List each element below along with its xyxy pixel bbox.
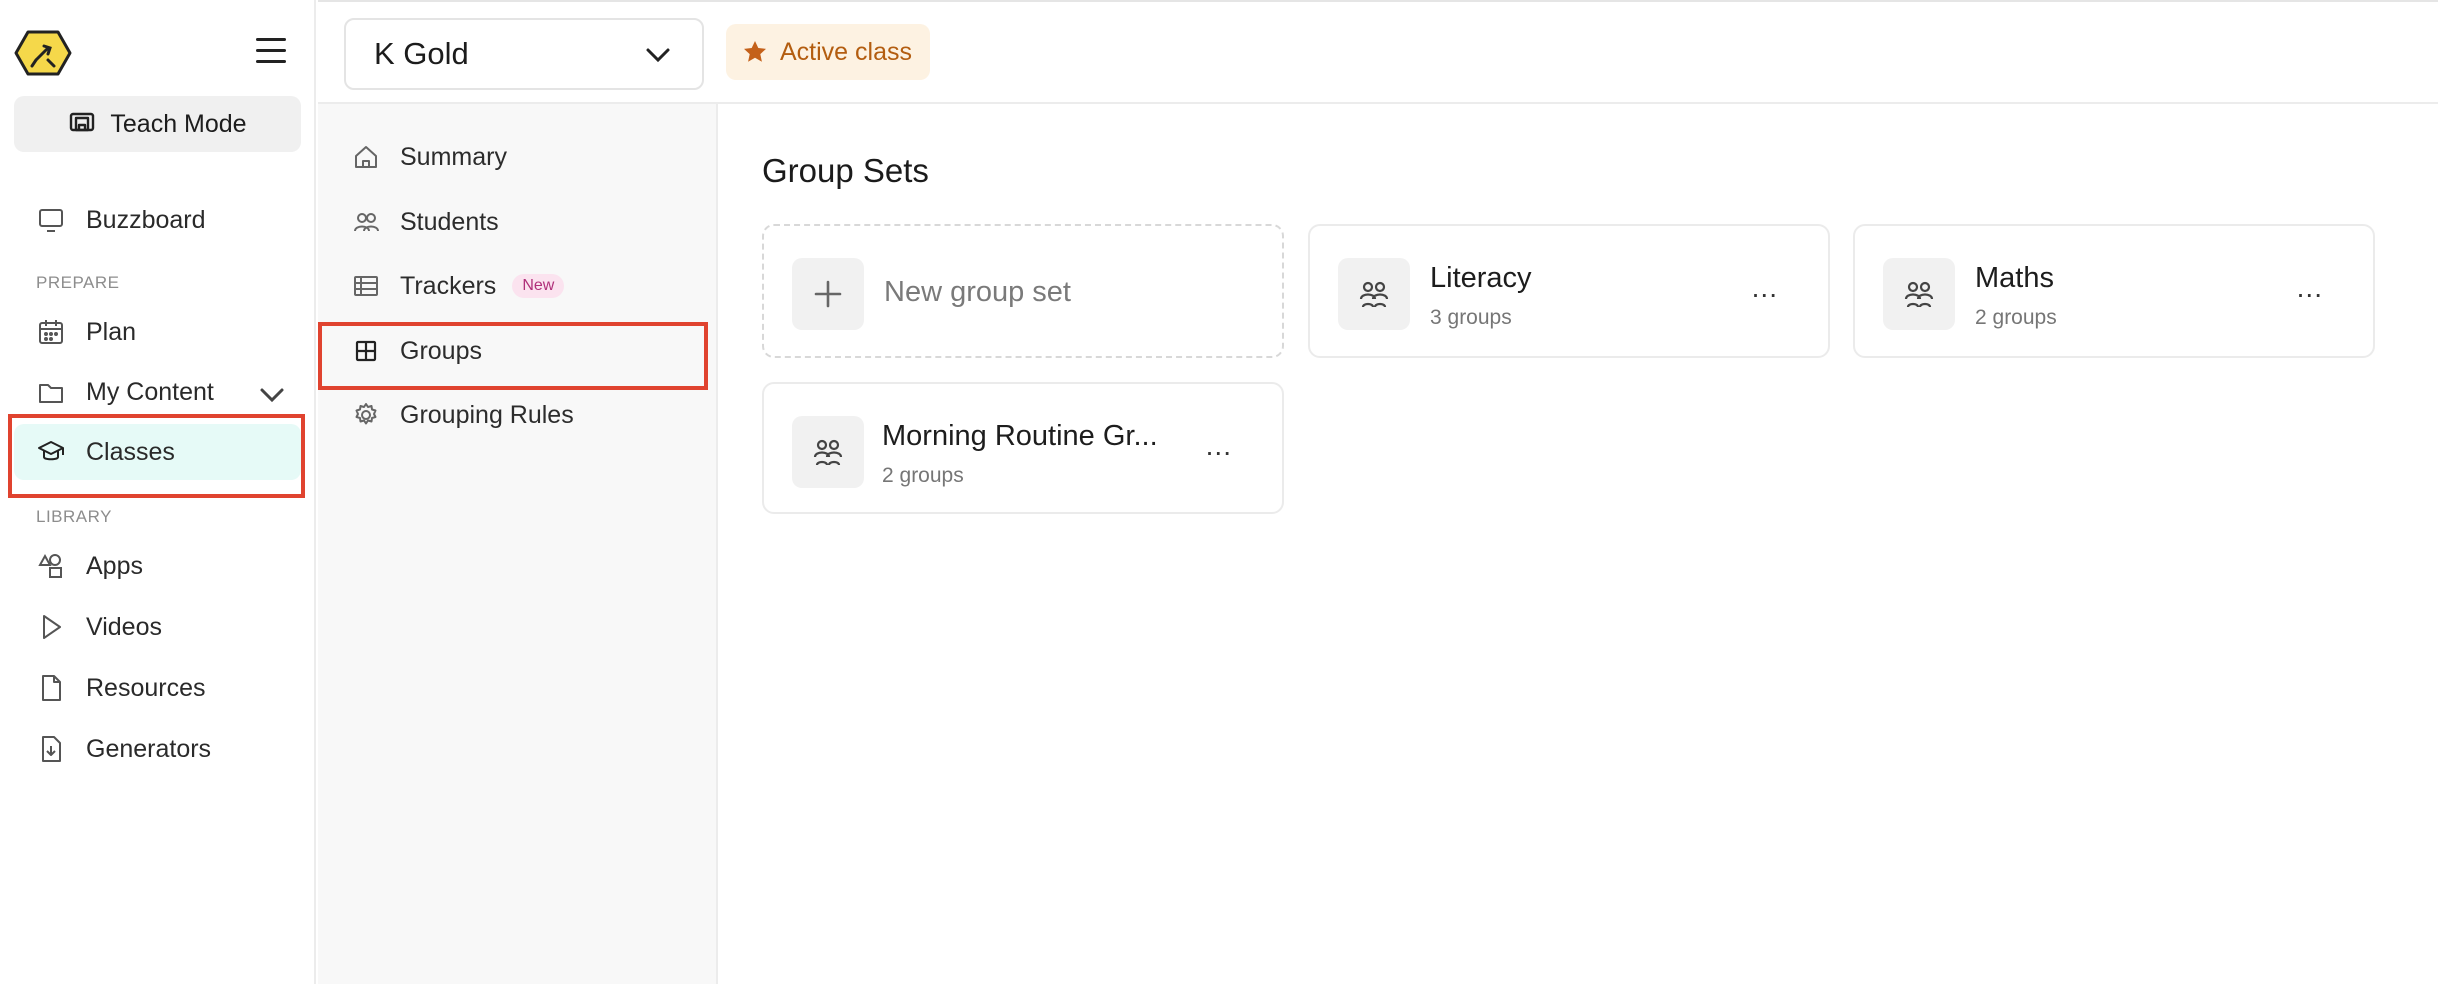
new-group-set-button[interactable]: New group set <box>762 224 1284 358</box>
play-icon <box>43 615 61 639</box>
class-selector-value: K Gold <box>374 36 469 71</box>
top-bar: K Gold Active class <box>318 0 2438 104</box>
sidebar-item-label: Apps <box>86 551 143 580</box>
calendar-icon <box>39 320 63 344</box>
home-icon <box>355 146 377 168</box>
folder-icon <box>39 384 63 403</box>
main-sidebar: Teach Mode Buzzboard PREPARE Plan My Con… <box>0 0 316 984</box>
subnav-item-label: Grouping Rules <box>400 400 574 429</box>
sidebar-item-generators[interactable]: Generators <box>14 721 301 777</box>
chevron-down-icon[interactable] <box>257 380 287 410</box>
group-icon-box <box>1883 258 1955 330</box>
new-group-set-icon-box <box>792 258 864 330</box>
chevron-down-icon <box>646 48 670 63</box>
sidebar-item-my-content[interactable]: My Content <box>14 364 301 420</box>
plus-icon <box>814 280 842 308</box>
active-class-label: Active class <box>780 37 912 66</box>
group-icon <box>1359 281 1389 308</box>
teach-mode-label: Teach Mode <box>110 109 247 138</box>
star-icon <box>744 41 766 62</box>
sidebar-item-label: Plan <box>86 317 137 346</box>
presentation-icon <box>70 112 95 132</box>
sidebar-item-plan[interactable]: Plan <box>14 304 301 360</box>
users-icon <box>354 213 379 232</box>
table-icon <box>354 276 378 296</box>
subnav-item-label: Students <box>400 207 499 236</box>
sidebar-item-label: My Content <box>86 377 214 406</box>
subnav-item-label: Summary <box>400 142 507 171</box>
sidebar-item-label: Generators <box>86 734 212 763</box>
group-set-title: Morning Routine Gr... <box>882 420 1158 452</box>
group-set-card[interactable]: Literacy 3 groups ... <box>1308 224 1830 358</box>
menu-icon[interactable] <box>256 38 286 64</box>
sidebar-item-label: Resources <box>86 673 206 702</box>
sidebar-item-apps[interactable]: Apps <box>14 538 301 594</box>
group-icon <box>1904 281 1934 308</box>
group-set-card[interactable]: Morning Routine Gr... 2 groups ... <box>762 382 1284 514</box>
group-icon-box <box>1338 258 1410 330</box>
groups-highlight-annotation <box>318 322 708 390</box>
group-set-card[interactable]: Maths 2 groups ... <box>1853 224 2375 358</box>
group-set-title: Maths <box>1975 262 2054 294</box>
sidebar-item-label: Buzzboard <box>86 205 206 234</box>
group-set-count: 3 groups <box>1430 306 1512 329</box>
document-icon <box>42 675 61 701</box>
subnav-item-summary[interactable]: Summary <box>318 127 708 187</box>
sidebar-section-prepare: PREPARE <box>36 273 120 292</box>
sidebar-item-videos[interactable]: Videos <box>14 599 301 655</box>
group-icon-box <box>792 416 864 488</box>
gear-icon <box>355 403 377 425</box>
app-logo-icon[interactable] <box>14 30 72 76</box>
subnav-item-students[interactable]: Students <box>318 192 708 252</box>
subnav-item-grouping-rules[interactable]: Grouping Rules <box>318 385 708 445</box>
new-badge: New <box>512 274 565 298</box>
more-options-icon[interactable]: ... <box>2297 272 2323 304</box>
group-set-count: 2 groups <box>1975 306 2057 329</box>
group-icon <box>813 439 843 466</box>
group-set-count: 2 groups <box>882 464 964 487</box>
more-options-icon[interactable]: ... <box>1752 272 1778 304</box>
file-download-icon <box>42 736 61 762</box>
main-content: Group Sets New group set Literacy 3 grou… <box>720 104 2438 984</box>
class-selector-dropdown[interactable]: K Gold <box>344 18 704 90</box>
classes-highlight-annotation <box>8 414 305 498</box>
sidebar-item-label: Videos <box>86 612 162 641</box>
page-title: Group Sets <box>762 152 929 189</box>
new-group-set-label: New group set <box>884 276 1071 308</box>
shapes-icon <box>38 553 62 578</box>
teach-mode-button[interactable]: Teach Mode <box>14 96 301 152</box>
sidebar-item-resources[interactable]: Resources <box>14 660 301 716</box>
sidebar-section-library: LIBRARY <box>36 507 112 526</box>
subnav-item-label: Trackers <box>400 271 497 300</box>
group-set-title: Literacy <box>1430 262 1532 294</box>
class-subnav: Summary Students Trackers New Groups Gro… <box>318 104 718 984</box>
sidebar-item-buzzboard[interactable]: Buzzboard <box>14 192 301 248</box>
subnav-item-trackers[interactable]: Trackers New <box>318 256 708 316</box>
active-class-badge: Active class <box>726 24 930 80</box>
monitor-icon <box>39 209 63 232</box>
more-options-icon[interactable]: ... <box>1206 430 1232 462</box>
